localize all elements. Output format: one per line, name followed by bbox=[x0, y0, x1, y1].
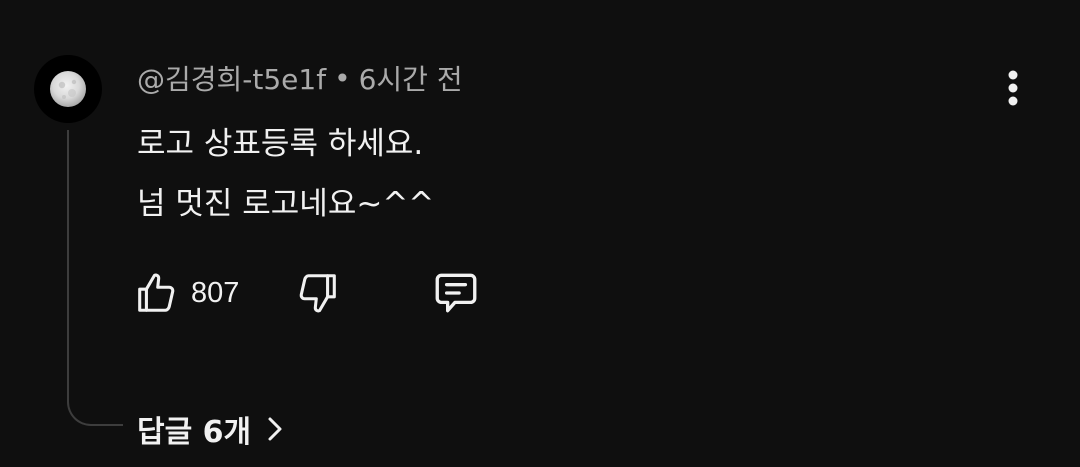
comment-bubble-icon bbox=[435, 273, 477, 313]
comment-header: @김경희-t5e1f • 6시간 전 bbox=[137, 58, 463, 98]
vertical-dots-icon bbox=[1008, 70, 1018, 106]
comment-text-line-1: 로고 상표등록 하세요. bbox=[137, 126, 424, 162]
meta-separator: • bbox=[334, 61, 351, 95]
like-button[interactable]: 807 bbox=[133, 267, 239, 319]
author-handle[interactable]: @김경희-t5e1f bbox=[137, 58, 326, 98]
thread-connector-line bbox=[67, 130, 123, 426]
comment-text-line-2: 넘 멋진 로고네요~^^ bbox=[137, 186, 435, 222]
reply-button[interactable] bbox=[428, 267, 484, 319]
author-avatar[interactable] bbox=[34, 55, 102, 123]
moon-avatar-icon bbox=[50, 71, 86, 107]
chevron-right-icon bbox=[267, 415, 283, 443]
like-count: 807 bbox=[191, 276, 240, 309]
thumbs-up-icon bbox=[138, 273, 175, 312]
replies-count-label: 답글 6개 bbox=[137, 415, 252, 450]
more-options-button[interactable] bbox=[996, 66, 1030, 110]
comment-timestamp: 6시간 전 bbox=[358, 63, 463, 96]
dislike-button[interactable] bbox=[292, 267, 344, 319]
thumbs-down-icon bbox=[299, 274, 336, 313]
view-replies-button[interactable]: 답글 6개 bbox=[137, 405, 283, 453]
